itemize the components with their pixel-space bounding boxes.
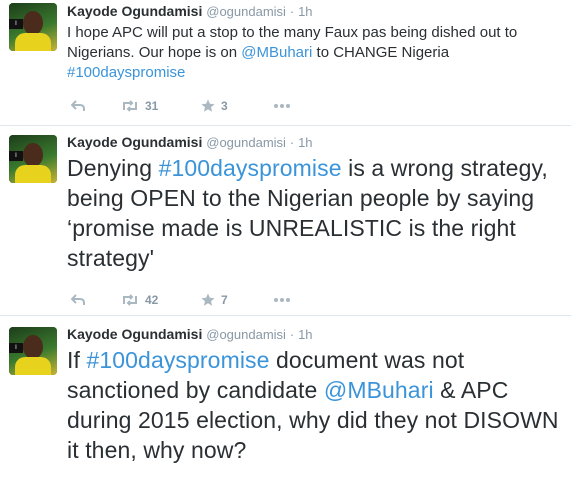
author-name[interactable]: Kayode Ogundamisi [67,3,202,19]
retweet-count: 31 [145,98,159,113]
reply-button[interactable] [70,95,85,115]
separator: · [289,327,295,342]
timestamp[interactable]: 1h [298,4,312,19]
mention-link[interactable]: @MBuhari [241,44,312,61]
timestamp[interactable]: 1h [298,327,312,342]
avatar[interactable]: I [9,327,57,375]
author-name[interactable]: Kayode Ogundamisi [67,134,202,150]
separator: · [289,135,295,150]
author-handle[interactable]: @ogundamisi [206,4,286,19]
text-segment: to CHANGE Nigeria [312,44,450,61]
author-handle[interactable]: @ogundamisi [206,327,286,342]
more-button[interactable] [273,289,291,309]
more-icon [274,103,290,108]
favorite-button[interactable]: 7 [201,289,228,309]
favorite-count: 7 [221,292,228,307]
hashtag-link[interactable]: #100dayspromise [67,64,185,81]
avatar[interactable]: I [9,135,57,183]
tweet-header: Kayode Ogundamisi @ogundamisi · 1h [67,3,313,19]
tweet-text: Denying #100dayspromise is a wrong strat… [67,153,562,273]
author-handle[interactable]: @ogundamisi [206,135,286,150]
text-segment: Denying [67,155,159,181]
tweet-header: Kayode Ogundamisi @ogundamisi · 1h [67,134,313,150]
text-segment: If [67,347,87,373]
tweet: I Kayode Ogundamisi @ogundamisi · 1h If … [0,316,571,477]
more-icon [274,297,290,302]
mention-link[interactable]: @MBuhari [324,377,434,403]
tweet-header: Kayode Ogundamisi @ogundamisi · 1h [67,326,313,342]
tweet: I Kayode Ogundamisi @ogundamisi · 1h Den… [0,126,571,316]
author-name[interactable]: Kayode Ogundamisi [67,326,202,342]
retweet-button[interactable]: 31 [121,95,158,115]
favorite-button[interactable]: 3 [201,95,228,115]
hashtag-link[interactable]: #100dayspromise [86,347,269,373]
separator: · [289,4,295,19]
retweet-button[interactable]: 42 [121,289,158,309]
favorite-count: 3 [221,98,228,113]
timestamp[interactable]: 1h [298,135,312,150]
retweet-icon [123,294,137,306]
retweet-count: 42 [145,292,159,307]
avatar[interactable]: I [9,3,57,51]
star-icon [201,293,215,306]
tweet-text: I hope APC will put a stop to the many F… [67,23,562,83]
tweet-feed: I Kayode Ogundamisi @ogundamisi · 1h I h… [0,0,571,477]
reply-button[interactable] [70,289,85,309]
tweet-text: If #100dayspromise document was not sanc… [67,345,562,465]
more-button[interactable] [273,95,291,115]
star-icon [201,99,215,112]
reply-icon [70,294,85,305]
tweet: I Kayode Ogundamisi @ogundamisi · 1h I h… [0,0,571,126]
hashtag-link[interactable]: #100dayspromise [159,155,342,181]
reply-icon [70,100,85,111]
retweet-icon [123,100,137,112]
